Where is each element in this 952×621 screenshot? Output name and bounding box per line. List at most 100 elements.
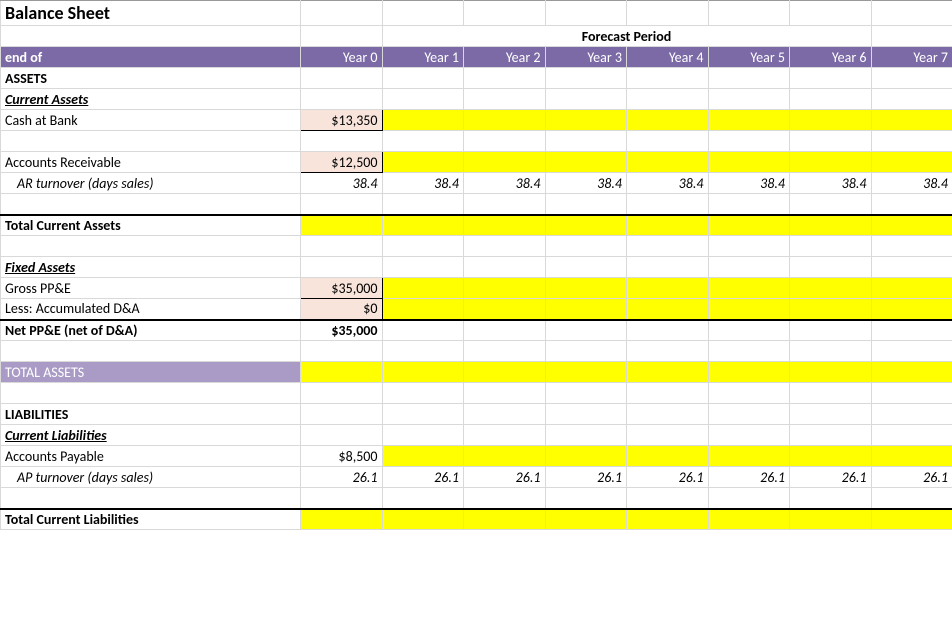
total-current-assets-y7[interactable]	[871, 215, 952, 236]
total-current-liabilities-y3[interactable]	[545, 509, 627, 530]
ar-turnover-y1[interactable]: 38.4	[382, 173, 464, 194]
accounts-receivable-y4[interactable]	[627, 152, 709, 173]
total-current-liabilities-y1[interactable]	[382, 509, 464, 530]
ar-turnover-label: AR turnover (days sales)	[1, 173, 301, 194]
accounts-receivable-y6[interactable]	[790, 152, 872, 173]
ar-turnover-y5[interactable]: 38.4	[708, 173, 790, 194]
gross-ppe-y2[interactable]	[464, 278, 546, 299]
ar-turnover-y6[interactable]: 38.4	[790, 173, 872, 194]
total-assets-y4[interactable]	[627, 362, 709, 383]
ap-turnover-y0[interactable]: 26.1	[301, 467, 383, 488]
cash-at-bank-y5[interactable]	[708, 110, 790, 131]
accounts-receivable-y3[interactable]	[545, 152, 627, 173]
accounts-payable-y5[interactable]	[708, 446, 790, 467]
less-da-y5[interactable]	[708, 299, 790, 320]
col-year-7: Year 7	[871, 47, 952, 68]
total-current-liabilities-y6[interactable]	[790, 509, 872, 530]
fixed-assets-heading: Fixed Assets	[1, 257, 301, 278]
cash-at-bank-y6[interactable]	[790, 110, 872, 131]
less-da-y6[interactable]	[790, 299, 872, 320]
ap-turnover-y4[interactable]: 26.1	[627, 467, 709, 488]
ar-turnover-y7[interactable]: 38.4	[871, 173, 952, 194]
row-ap-turnover: AP turnover (days sales) 26.1 26.1 26.1 …	[1, 467, 952, 488]
row-total-current-liabilities: Total Current Liabilities	[1, 509, 952, 530]
ar-turnover-y4[interactable]: 38.4	[627, 173, 709, 194]
gross-ppe-y7[interactable]	[871, 278, 952, 299]
cash-at-bank-y7[interactable]	[871, 110, 952, 131]
row-accounts-receivable: Accounts Receivable $12,500	[1, 152, 952, 173]
total-current-liabilities-y2[interactable]	[464, 509, 546, 530]
accounts-payable-y0[interactable]: $8,500	[301, 446, 383, 467]
total-current-liabilities-y7[interactable]	[871, 509, 952, 530]
total-current-assets-y6[interactable]	[790, 215, 872, 236]
gross-ppe-y4[interactable]	[627, 278, 709, 299]
accounts-payable-y7[interactable]	[871, 446, 952, 467]
less-da-y3[interactable]	[545, 299, 627, 320]
liabilities-heading: LIABILITIES	[1, 404, 301, 425]
total-assets-y2[interactable]	[464, 362, 546, 383]
ar-turnover-y3[interactable]: 38.4	[545, 173, 627, 194]
total-assets-y1[interactable]	[382, 362, 464, 383]
less-da-y4[interactable]	[627, 299, 709, 320]
total-assets-y3[interactable]	[545, 362, 627, 383]
cash-at-bank-y3[interactable]	[545, 110, 627, 131]
total-current-assets-y0[interactable]	[301, 215, 383, 236]
total-current-assets-y1[interactable]	[382, 215, 464, 236]
accounts-payable-y2[interactable]	[464, 446, 546, 467]
total-current-assets-y3[interactable]	[545, 215, 627, 236]
total-current-liabilities-y5[interactable]	[708, 509, 790, 530]
total-current-liabilities-y0[interactable]	[301, 509, 383, 530]
ap-turnover-label: AP turnover (days sales)	[1, 467, 301, 488]
total-current-assets-y2[interactable]	[464, 215, 546, 236]
gross-ppe-y1[interactable]	[382, 278, 464, 299]
cash-at-bank-y0[interactable]: $13,350	[301, 110, 383, 131]
ap-turnover-y7[interactable]: 26.1	[871, 467, 952, 488]
accounts-payable-y1[interactable]	[382, 446, 464, 467]
total-assets-y0[interactable]	[301, 362, 383, 383]
less-da-y1[interactable]	[382, 299, 464, 320]
accounts-payable-label: Accounts Payable	[1, 446, 301, 467]
accounts-receivable-y5[interactable]	[708, 152, 790, 173]
row-gross-ppe: Gross PP&E $35,000	[1, 278, 952, 299]
accounts-receivable-y7[interactable]	[871, 152, 952, 173]
gross-ppe-y3[interactable]	[545, 278, 627, 299]
ap-turnover-y3[interactable]: 26.1	[545, 467, 627, 488]
end-of-label: end of	[1, 47, 301, 68]
less-da-y2[interactable]	[464, 299, 546, 320]
row-accounts-payable: Accounts Payable $8,500	[1, 446, 952, 467]
total-assets-y7[interactable]	[871, 362, 952, 383]
gross-ppe-y0[interactable]: $35,000	[301, 278, 383, 299]
ar-turnover-y0[interactable]: 38.4	[301, 173, 383, 194]
ap-turnover-y5[interactable]: 26.1	[708, 467, 790, 488]
cash-at-bank-y1[interactable]	[382, 110, 464, 131]
net-ppe-y0[interactable]: $35,000	[301, 320, 383, 341]
row-total-current-assets: Total Current Assets	[1, 215, 952, 236]
cash-at-bank-y2[interactable]	[464, 110, 546, 131]
gross-ppe-y6[interactable]	[790, 278, 872, 299]
total-assets-y6[interactable]	[790, 362, 872, 383]
total-current-assets-y5[interactable]	[708, 215, 790, 236]
total-assets-y5[interactable]	[708, 362, 790, 383]
year-header-row: end of Year 0 Year 1 Year 2 Year 3 Year …	[1, 47, 952, 68]
less-da-y0[interactable]: $0	[301, 299, 383, 320]
cash-at-bank-y4[interactable]	[627, 110, 709, 131]
accounts-receivable-y0[interactable]: $12,500	[301, 152, 383, 173]
total-assets-label: TOTAL ASSETS	[1, 362, 301, 383]
row-cash-at-bank: Cash at Bank $13,350	[1, 110, 952, 131]
total-current-assets-label: Total Current Assets	[1, 215, 301, 236]
less-da-y7[interactable]	[871, 299, 952, 320]
sheet-title: Balance Sheet	[1, 1, 301, 26]
accounts-receivable-y1[interactable]	[382, 152, 464, 173]
ar-turnover-y2[interactable]: 38.4	[464, 173, 546, 194]
total-current-liabilities-y4[interactable]	[627, 509, 709, 530]
accounts-payable-y6[interactable]	[790, 446, 872, 467]
gross-ppe-y5[interactable]	[708, 278, 790, 299]
accounts-receivable-y2[interactable]	[464, 152, 546, 173]
accounts-payable-y3[interactable]	[545, 446, 627, 467]
col-year-6: Year 6	[790, 47, 872, 68]
total-current-assets-y4[interactable]	[627, 215, 709, 236]
accounts-payable-y4[interactable]	[627, 446, 709, 467]
ap-turnover-y6[interactable]: 26.1	[790, 467, 872, 488]
ap-turnover-y2[interactable]: 26.1	[464, 467, 546, 488]
ap-turnover-y1[interactable]: 26.1	[382, 467, 464, 488]
